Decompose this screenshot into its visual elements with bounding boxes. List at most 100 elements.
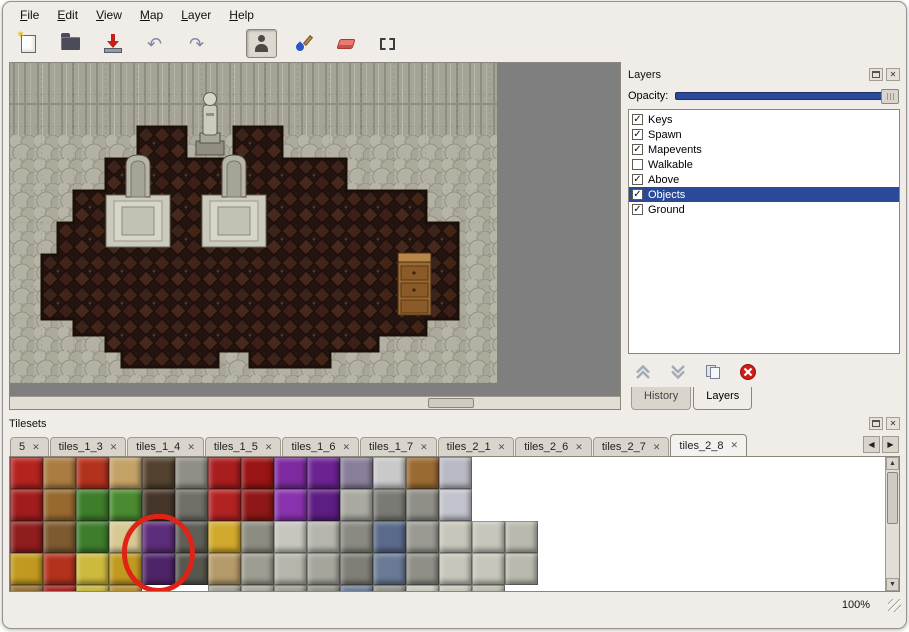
layer-visibility-checkbox[interactable] (632, 159, 643, 170)
tileset-tile[interactable] (109, 489, 142, 521)
tileset-tile[interactable] (406, 585, 439, 591)
tab-close-icon[interactable]: ✕ (265, 442, 273, 453)
tileset-tab-5[interactable]: 5✕ (10, 437, 49, 456)
layer-row-mapevents[interactable]: ✓Mapevents (629, 142, 899, 157)
tileset-tile[interactable] (505, 521, 538, 553)
close-panel-button[interactable]: ✕ (886, 417, 900, 430)
tab-close-icon[interactable]: ✕ (420, 442, 428, 453)
layer-visibility-checkbox[interactable]: ✓ (632, 189, 643, 200)
tileset-tile[interactable] (340, 521, 373, 553)
open-map-button[interactable] (55, 29, 86, 58)
layer-visibility-checkbox[interactable]: ✓ (632, 204, 643, 215)
scroll-tabs-right-button[interactable]: ▶ (882, 436, 899, 453)
float-panel-button[interactable] (869, 68, 883, 81)
opacity-slider[interactable] (675, 92, 898, 100)
tileset-tile[interactable] (208, 585, 241, 591)
tab-close-icon[interactable]: ✕ (498, 442, 506, 453)
tileset-tile[interactable] (76, 489, 109, 521)
tileset-tile[interactable] (241, 553, 274, 585)
menu-edit[interactable]: Edit (48, 7, 87, 23)
tab-close-icon[interactable]: ✕ (653, 442, 661, 453)
select-tool-button[interactable] (372, 29, 403, 58)
layer-row-above[interactable]: ✓Above (629, 172, 899, 187)
stamp-tool-button[interactable] (246, 29, 277, 58)
move-layer-down-button[interactable] (665, 360, 691, 384)
layer-row-keys[interactable]: ✓Keys (629, 112, 899, 127)
layer-visibility-checkbox[interactable]: ✓ (632, 144, 643, 155)
tileset-tile[interactable] (175, 457, 208, 489)
tileset-tile[interactable] (76, 585, 109, 591)
tileset-tile[interactable] (241, 457, 274, 489)
tab-close-icon[interactable]: ✕ (32, 442, 40, 453)
tab-close-icon[interactable]: ✕ (730, 440, 738, 451)
tab-close-icon[interactable]: ✕ (343, 442, 351, 453)
tileset-tile[interactable] (241, 585, 274, 591)
tileset-tile[interactable] (406, 489, 439, 521)
tileset-tile[interactable] (109, 457, 142, 489)
tileset-tile[interactable] (43, 521, 76, 553)
tileset-tile[interactable] (472, 521, 505, 553)
scrollbar-thumb[interactable] (887, 472, 898, 524)
tileset-tile[interactable] (373, 585, 406, 591)
layer-visibility-checkbox[interactable]: ✓ (632, 174, 643, 185)
map-horizontal-scrollbar[interactable] (10, 396, 620, 409)
tileset-tile[interactable] (274, 457, 307, 489)
tab-close-icon[interactable]: ✕ (187, 442, 195, 453)
tileset-tile[interactable] (505, 457, 538, 489)
layer-row-objects[interactable]: ✓Objects (629, 187, 899, 202)
tileset-tab-tiles_2_1[interactable]: tiles_2_1✕ (438, 437, 515, 456)
layer-visibility-checkbox[interactable]: ✓ (632, 129, 643, 140)
tileset-tile[interactable] (406, 457, 439, 489)
float-panel-button[interactable] (869, 417, 883, 430)
tileset-tile[interactable] (10, 521, 43, 553)
tileset-tab-tiles_2_7[interactable]: tiles_2_7✕ (593, 437, 670, 456)
tileset-tile[interactable] (505, 489, 538, 521)
panel-tab-layers[interactable]: Layers (693, 387, 752, 410)
layer-visibility-checkbox[interactable]: ✓ (632, 114, 643, 125)
menu-map[interactable]: Map (131, 7, 172, 23)
tileset-tile[interactable] (43, 585, 76, 591)
tileset-tile[interactable] (505, 553, 538, 585)
tileset-tile[interactable] (340, 553, 373, 585)
tileset-tile[interactable] (472, 585, 505, 591)
new-map-button[interactable]: ✶ (13, 29, 44, 58)
tab-close-icon[interactable]: ✕ (575, 442, 583, 453)
menu-help[interactable]: Help (220, 7, 263, 23)
tileset-tile[interactable] (406, 553, 439, 585)
tileset-tile[interactable] (10, 553, 43, 585)
layer-row-walkable[interactable]: Walkable (629, 157, 899, 172)
tileset-tab-tiles_1_4[interactable]: tiles_1_4✕ (127, 437, 204, 456)
undo-button[interactable]: ↶ (139, 29, 170, 58)
tileset-tile[interactable] (76, 457, 109, 489)
tileset-tile[interactable] (307, 553, 340, 585)
tileset-tab-tiles_2_6[interactable]: tiles_2_6✕ (515, 437, 592, 456)
tileset-tile[interactable] (439, 457, 472, 489)
tileset-tile[interactable] (208, 521, 241, 553)
tileset-tile[interactable] (406, 521, 439, 553)
scroll-tabs-left-button[interactable]: ◀ (863, 436, 880, 453)
fill-tool-button[interactable] (288, 29, 319, 58)
tileset-tile[interactable] (439, 521, 472, 553)
tileset-tile[interactable] (241, 521, 274, 553)
tileset-tile[interactable] (307, 489, 340, 521)
tileset-tile[interactable] (208, 553, 241, 585)
tileset-tile[interactable] (208, 489, 241, 521)
tileset-tile[interactable] (274, 489, 307, 521)
tileset-tile[interactable] (307, 521, 340, 553)
duplicate-layer-button[interactable] (700, 360, 726, 384)
delete-layer-button[interactable] (735, 360, 761, 384)
tileset-tile[interactable] (274, 521, 307, 553)
tileset-tile[interactable] (472, 489, 505, 521)
redo-button[interactable]: ↷ (181, 29, 212, 58)
tileset-tile[interactable] (241, 489, 274, 521)
tileset-tile[interactable] (43, 553, 76, 585)
map-canvas[interactable] (10, 63, 620, 397)
scrollbar-thumb[interactable] (428, 398, 474, 408)
tileset-tile[interactable] (439, 489, 472, 521)
tileset-tile[interactable] (76, 521, 109, 553)
tileset-tab-tiles_1_6[interactable]: tiles_1_6✕ (282, 437, 359, 456)
tileset-vertical-scrollbar[interactable]: ▲ ▼ (885, 457, 899, 591)
tileset-tab-tiles_1_5[interactable]: tiles_1_5✕ (205, 437, 282, 456)
opacity-slider-handle[interactable] (881, 89, 899, 104)
tileset-tile[interactable] (373, 489, 406, 521)
